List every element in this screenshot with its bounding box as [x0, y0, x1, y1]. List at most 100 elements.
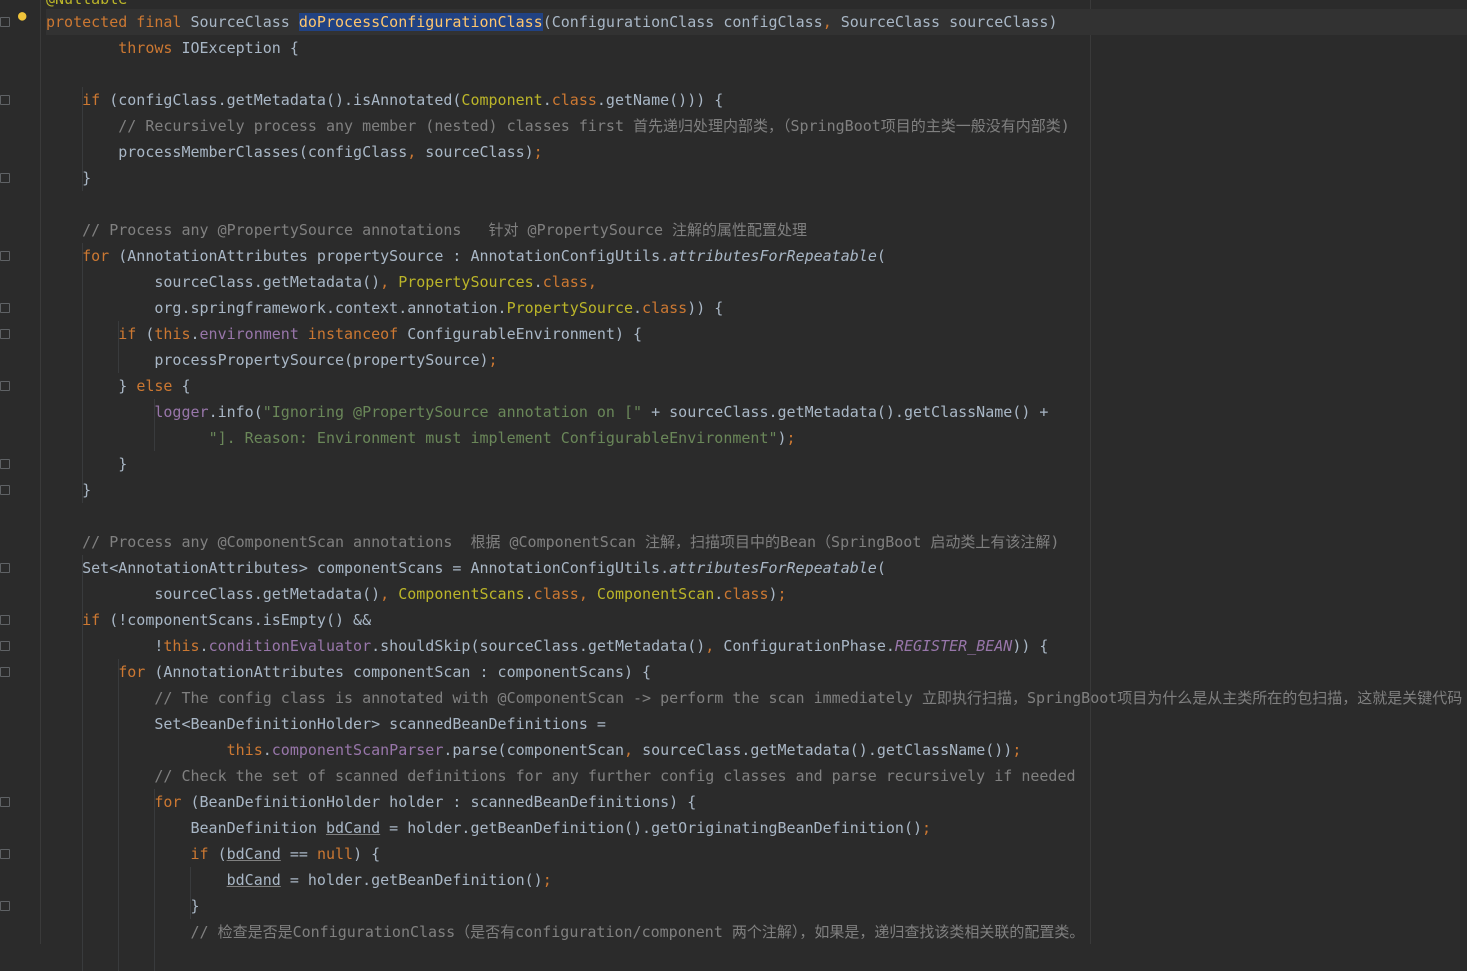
code-token: "]. Reason: Environment must implement C… [208, 429, 778, 447]
code-token: doProcessConfigurationClass [298, 13, 543, 31]
code-token: + sourceClass.getMetadata().getClassName… [651, 403, 1049, 421]
fold-marker-icon[interactable] [0, 563, 10, 573]
code-line[interactable]: } [46, 893, 1467, 919]
code-line[interactable]: } [46, 165, 1467, 191]
code-line[interactable]: bdCand = holder.getBeanDefinition(); [46, 867, 1467, 893]
fold-marker-icon[interactable] [0, 485, 10, 495]
code-line[interactable]: } else { [46, 373, 1467, 399]
fold-marker-icon[interactable] [0, 901, 10, 911]
code-token: .parse(componentScan [443, 741, 624, 759]
code-line[interactable]: if (bdCand == null) { [46, 841, 1467, 867]
code-line[interactable]: // Recursively process any member (neste… [46, 113, 1467, 139]
code-token: this [154, 325, 191, 343]
code-token: } [46, 169, 92, 187]
code-line[interactable]: for (BeanDefinitionHolder holder : scann… [46, 789, 1467, 815]
editor-gutter[interactable]: ● [0, 0, 41, 944]
code-line[interactable]: "]. Reason: Environment must implement C… [46, 425, 1467, 451]
code-line[interactable] [46, 503, 1467, 529]
code-token: class [542, 273, 588, 291]
indent-guide [154, 399, 155, 451]
code-token: , [380, 585, 399, 603]
code-line[interactable]: for (AnnotationAttributes componentScan … [46, 659, 1467, 685]
fold-marker-icon[interactable] [0, 615, 10, 625]
code-line[interactable]: // 检查是否是ConfigurationClass（是否有configurat… [46, 919, 1467, 945]
fold-marker-icon[interactable] [0, 303, 10, 313]
code-line[interactable]: sourceClass.getMetadata(), ComponentScan… [46, 581, 1467, 607]
code-token: (configClass.getMetadata().isAnnotated( [109, 91, 462, 109]
code-line[interactable]: // The config class is annotated with @C… [46, 685, 1467, 711]
code-line[interactable] [46, 191, 1467, 217]
code-line[interactable]: Set<BeanDefinitionHolder> scannedBeanDef… [46, 711, 1467, 737]
code-line[interactable] [46, 61, 1467, 87]
fold-marker-icon[interactable] [0, 641, 10, 651]
fold-marker-icon[interactable] [0, 381, 10, 391]
code-line[interactable]: } [46, 477, 1467, 503]
code-line[interactable]: sourceClass.getMetadata(), PropertySourc… [46, 269, 1467, 295]
code-token: == [280, 845, 317, 863]
code-token: , [407, 143, 426, 161]
code-token: IOException { [181, 39, 299, 57]
code-line[interactable]: // Process any @ComponentScan annotation… [46, 529, 1467, 555]
code-line[interactable]: } [46, 451, 1467, 477]
code-token: . [262, 741, 272, 759]
code-line[interactable]: processMemberClasses(configClass, source… [46, 139, 1467, 165]
fold-marker-icon[interactable] [0, 173, 10, 183]
code-token: // The config class is annotated with @C… [46, 689, 1463, 707]
code-token: SourceClass sourceClass) [840, 13, 1058, 31]
lightbulb-icon[interactable]: ● [18, 9, 28, 23]
code-line[interactable]: processPropertySource(propertySource); [46, 347, 1467, 373]
code-token: class [533, 585, 579, 603]
fold-marker-icon[interactable] [0, 667, 10, 677]
code-line[interactable]: this.componentScanParser.parse(component… [46, 737, 1467, 763]
code-token: processPropertySource(propertySource) [46, 351, 489, 369]
code-token: ; [488, 351, 498, 369]
code-line[interactable]: if (!componentScans.isEmpty() && [46, 607, 1467, 633]
code-token: )) { [1012, 637, 1049, 655]
code-token: // Process any @PropertySource annotatio… [46, 221, 808, 239]
code-token: sourceClass.getMetadata().getClassName()… [642, 741, 1013, 759]
code-token: ( [876, 559, 886, 577]
fold-marker-icon[interactable] [0, 17, 10, 27]
code-token: class [642, 299, 688, 317]
code-token: Set<BeanDefinitionHolder> scannedBeanDef… [46, 715, 606, 733]
code-line[interactable]: Set<AnnotationAttributes> componentScans… [46, 555, 1467, 581]
code-token: . [633, 299, 643, 317]
code-token: . [199, 637, 209, 655]
fold-marker-icon[interactable] [0, 459, 10, 469]
code-token: ConfigurableEnvironment) { [407, 325, 643, 343]
code-line[interactable]: if (this.environment instanceof Configur… [46, 321, 1467, 347]
code-line[interactable]: org.springframework.context.annotation.P… [46, 295, 1467, 321]
code-token: this [226, 741, 263, 759]
code-line[interactable]: throws IOException { [46, 35, 1467, 61]
code-line[interactable]: // Process any @PropertySource annotatio… [46, 217, 1467, 243]
code-line[interactable]: for (AnnotationAttributes propertySource… [46, 243, 1467, 269]
code-token: ! [46, 637, 164, 655]
code-token: if [82, 611, 110, 629]
code-line[interactable]: if (configClass.getMetadata().isAnnotate… [46, 87, 1467, 113]
code-token: for [118, 663, 155, 681]
code-token: . [714, 585, 724, 603]
code-token: ) [777, 429, 787, 447]
code-token: ; [542, 871, 552, 889]
code-line[interactable]: // Check the set of scanned definitions … [46, 763, 1467, 789]
code-token: bdCand [226, 845, 281, 863]
code-token: attributesForRepeatable [669, 559, 877, 577]
code-line[interactable]: BeanDefinition bdCand = holder.getBeanDe… [46, 815, 1467, 841]
fold-marker-icon[interactable] [0, 797, 10, 807]
fold-marker-icon[interactable] [0, 849, 10, 859]
code-token: } [46, 481, 92, 499]
fold-marker-icon[interactable] [0, 95, 10, 105]
code-token: if [118, 325, 146, 343]
code-line[interactable]: !this.conditionEvaluator.shouldSkip(sour… [46, 633, 1467, 659]
code-editor[interactable]: ● @Nullable protected final SourceClass … [0, 0, 1467, 971]
code-line[interactable]: logger.info("Ignoring @PropertySource an… [46, 399, 1467, 425]
code-token: ; [922, 819, 932, 837]
code-token: , [380, 273, 399, 291]
code-line[interactable]: protected final SourceClass doProcessCon… [46, 9, 1467, 35]
fold-marker-icon[interactable] [0, 251, 10, 261]
code-token: sourceClass) [425, 143, 534, 161]
fold-marker-icon[interactable] [0, 329, 10, 339]
